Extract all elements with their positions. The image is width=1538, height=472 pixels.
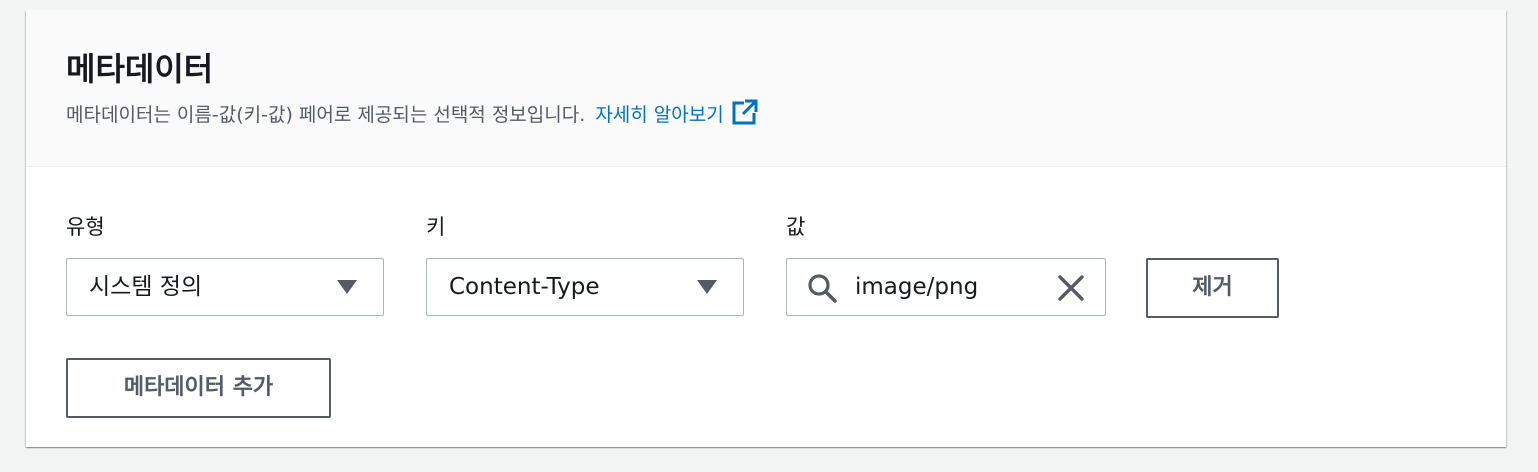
section-title: 메타데이터 [66,50,214,88]
caret-down-icon [337,280,357,294]
metadata-panel: 메타데이터 메타데이터는 이름-값(키-값) 페어로 제공되는 선택적 정보입니… [26,10,1506,447]
type-label: 유형 [66,215,105,239]
search-icon [808,274,837,303]
close-icon[interactable] [1057,274,1085,302]
value-search-field [786,258,1106,316]
add-metadata-button[interactable]: 메타데이터 추가 [66,358,331,418]
value-label: 값 [786,215,806,239]
key-label: 키 [426,215,446,239]
caret-down-icon [697,280,717,294]
type-select-value: 시스템 정의 [89,274,203,300]
type-select[interactable]: 시스템 정의 [66,258,384,316]
description-text: 메타데이터는 이름-값(키-값) 페어로 제공되는 선택적 정보입니다. [66,104,586,126]
key-select-value: Content-Type [449,274,600,300]
external-link-icon [732,99,758,125]
section-description: 메타데이터는 이름-값(키-값) 페어로 제공되는 선택적 정보입니다. 자세히… [66,99,758,129]
panel-header: 메타데이터 메타데이터는 이름-값(키-값) 페어로 제공되는 선택적 정보입니… [26,10,1506,167]
learn-more-link[interactable]: 자세히 알아보기 [595,99,758,126]
learn-more-label: 자세히 알아보기 [595,104,724,126]
value-input[interactable] [855,267,1035,307]
key-select[interactable]: Content-Type [426,258,744,316]
remove-button[interactable]: 제거 [1146,258,1279,318]
